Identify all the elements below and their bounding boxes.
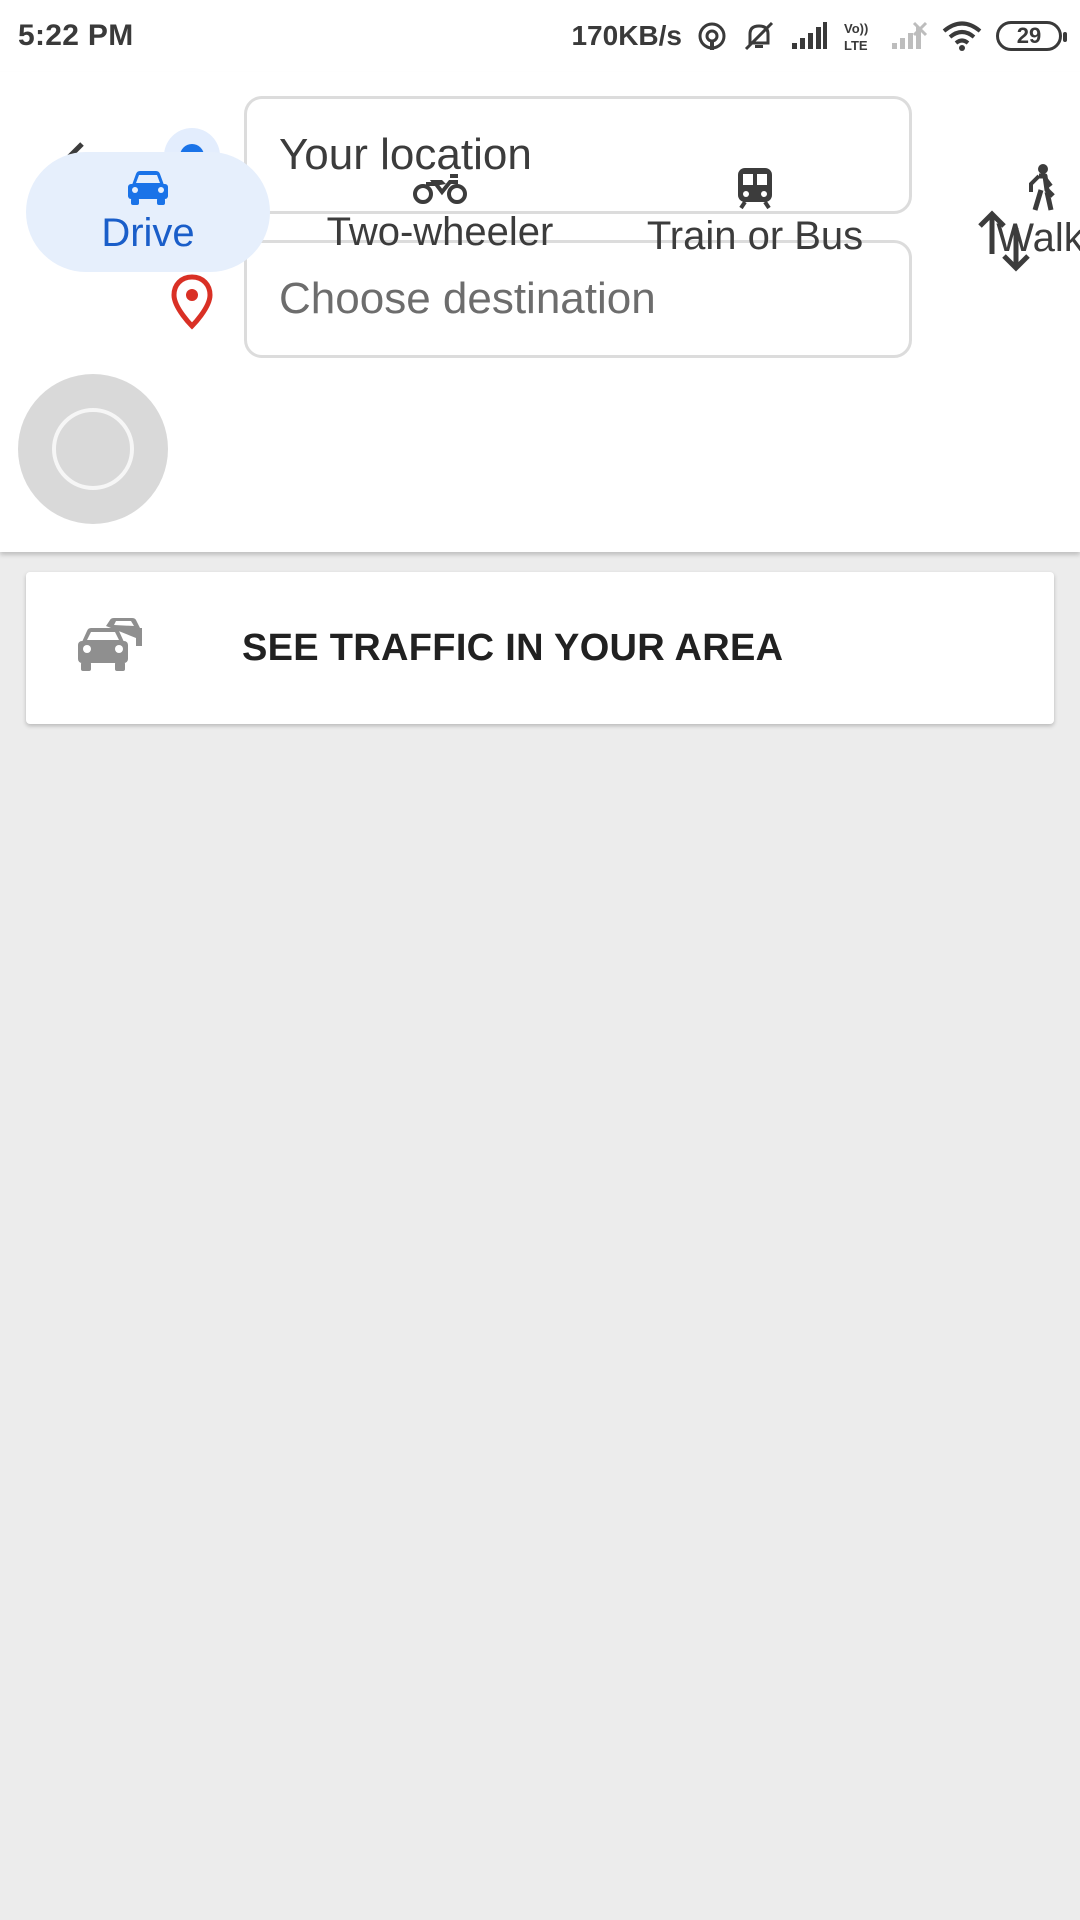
car-icon — [128, 170, 168, 205]
mode-walk[interactable]: Walk — [970, 152, 1080, 272]
signal-weak-icon — [890, 21, 928, 51]
mode-label: Drive — [101, 210, 195, 255]
destination-pin-icon — [171, 274, 213, 330]
status-icons: 170KB/s Vo)) LTE 29 — [571, 19, 1067, 53]
mute-icon — [742, 19, 776, 53]
svg-text:LTE: LTE — [844, 38, 868, 53]
walk-icon — [1029, 163, 1055, 211]
mode-train-or-bus[interactable]: Train or Bus — [630, 152, 880, 272]
mode-drive[interactable]: Drive — [26, 152, 270, 272]
svg-text:Vo)): Vo)) — [844, 21, 868, 36]
mode-label: Two-wheeler — [326, 209, 554, 254]
traffic-cars-icon — [78, 618, 142, 671]
mode-label: Walk — [996, 215, 1080, 260]
motorcycle-icon — [413, 173, 467, 204]
traffic-label: SEE TRAFFIC IN YOUR AREA — [242, 626, 784, 669]
status-time: 5:22 PM — [18, 19, 134, 52]
wifi-icon — [942, 20, 982, 52]
battery-icon: 29 — [996, 21, 1067, 51]
mode-label: Train or Bus — [646, 213, 864, 258]
volte-icon: Vo)) LTE — [842, 19, 876, 53]
see-traffic-button[interactable]: SEE TRAFFIC IN YOUR AREA — [26, 572, 1054, 724]
hotspot-icon — [696, 20, 728, 52]
transit-icon — [738, 167, 772, 209]
network-speed: 170KB/s — [571, 20, 682, 51]
signal-icon — [790, 21, 828, 51]
directions-header: Your location Choose destination Drive T… — [0, 72, 1080, 552]
mode-two-wheeler[interactable]: Two-wheeler — [300, 152, 580, 272]
status-bar: 5:22 PM 170KB/s Vo)) LTE 29 — [0, 0, 1080, 72]
touch-ripple-ring — [52, 408, 134, 490]
